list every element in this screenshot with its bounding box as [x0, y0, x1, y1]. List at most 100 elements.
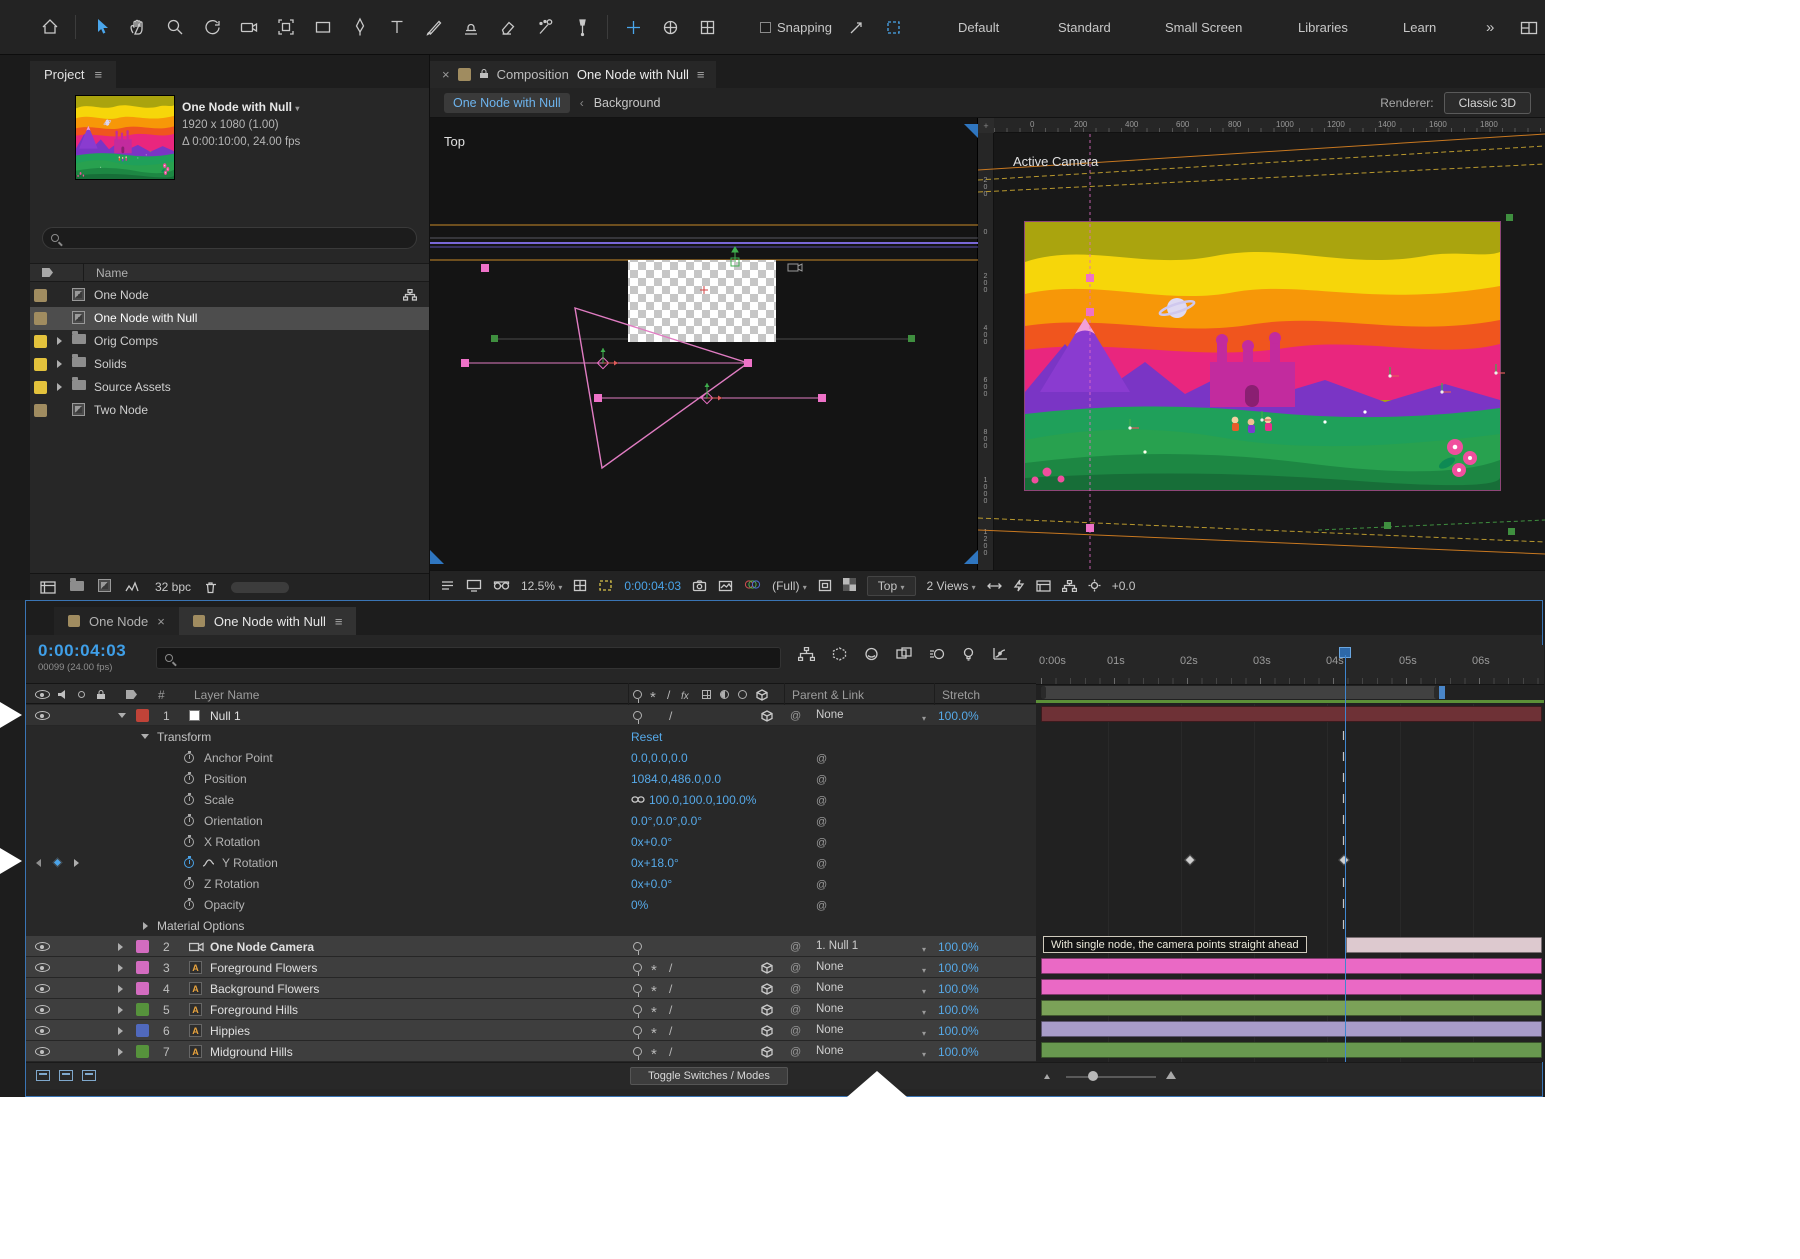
- rectangle-tool[interactable]: [311, 15, 335, 39]
- workspace-overflow[interactable]: »: [1486, 0, 1494, 55]
- label-swatch[interactable]: [34, 312, 47, 325]
- duration-bar-background-flowers[interactable]: [1041, 979, 1542, 995]
- layer-color-swatch[interactable]: [136, 1024, 149, 1037]
- timeline-search-input[interactable]: [179, 652, 772, 664]
- layer-row-null-1[interactable]: 1 Null 1 None 100.0%: [26, 705, 1036, 726]
- stretch-value[interactable]: 100.0%: [938, 999, 979, 1020]
- track-lanes[interactable]: With single node, the camera points stra…: [1036, 704, 1544, 1062]
- timeline-search[interactable]: [156, 647, 781, 669]
- parent-link-column-header[interactable]: Parent & Link: [792, 684, 864, 705]
- expander-icon[interactable]: [143, 915, 148, 936]
- property-row-anchor-point[interactable]: Anchor Point 0.0,0.0,0.0: [26, 747, 1036, 768]
- 3d-layer-icon[interactable]: [761, 999, 773, 1020]
- property-name[interactable]: X Rotation: [204, 831, 260, 852]
- pick-whip-icon[interactable]: [816, 835, 827, 849]
- 3d-layer-icon[interactable]: [761, 978, 773, 999]
- timeline-zoom-slider[interactable]: [1066, 1076, 1156, 1078]
- panel-menu-icon[interactable]: [94, 67, 102, 82]
- show-snapshot-icon[interactable]: [718, 579, 733, 592]
- layer-row-background-flowers[interactable]: 4 Background Flowers None 100.0%: [26, 978, 1036, 999]
- property-value[interactable]: 0x+18.0°: [631, 852, 679, 873]
- property-name[interactable]: Opacity: [204, 894, 245, 915]
- workspace-panel-icon[interactable]: [1520, 0, 1538, 55]
- view-options-icon[interactable]: [440, 579, 455, 592]
- collapse-icon[interactable]: [651, 982, 657, 996]
- clone-stamp-tool[interactable]: [459, 15, 483, 39]
- quality-icon[interactable]: [669, 1003, 672, 1017]
- property-name[interactable]: Z Rotation: [204, 873, 259, 894]
- lock-column-icon[interactable]: [96, 684, 106, 705]
- stopwatch-icon[interactable]: [184, 837, 194, 847]
- pick-whip-icon[interactable]: [790, 1002, 801, 1016]
- snapping-toggle[interactable]: Snapping: [760, 20, 832, 35]
- close-tab-icon[interactable]: [442, 67, 450, 82]
- collapse-icon[interactable]: [651, 1024, 657, 1038]
- av-target-icon[interactable]: [633, 984, 642, 993]
- breadcrumb-parent[interactable]: Background: [594, 96, 661, 110]
- zoom-out-mountain-icon[interactable]: [1044, 1074, 1050, 1079]
- project-list-header[interactable]: Name: [30, 263, 429, 282]
- tab-composition[interactable]: Composition One Node with Null: [430, 61, 716, 88]
- selected-item-title[interactable]: One Node with Null: [182, 99, 300, 117]
- parent-select[interactable]: None: [816, 709, 844, 721]
- snapping-checkbox[interactable]: [760, 22, 771, 33]
- chevron-down-icon[interactable]: [922, 710, 926, 724]
- layer-name[interactable]: Null 1: [210, 705, 241, 726]
- adjustment-layer-column-icon[interactable]: [738, 690, 747, 699]
- pick-whip-icon[interactable]: [790, 960, 801, 974]
- collapse-transformations-icon[interactable]: [650, 688, 656, 702]
- hide-shy-layers-icon[interactable]: [864, 647, 879, 661]
- expander-icon[interactable]: [118, 978, 123, 999]
- chevron-down-icon[interactable]: [922, 1025, 926, 1039]
- duration-bar-foreground-flowers[interactable]: [1041, 958, 1542, 974]
- frame-blending-icon[interactable]: [896, 647, 912, 661]
- stretch-column-header[interactable]: Stretch: [942, 684, 980, 705]
- stretch-value[interactable]: 100.0%: [938, 936, 979, 957]
- stereo-3d-glasses-icon[interactable]: [493, 580, 510, 591]
- lock-icon[interactable]: [479, 67, 489, 82]
- project-item-solids[interactable]: Solids: [30, 353, 429, 376]
- layer-row-one-node-camera[interactable]: 2 One Node Camera 1. Null 1 100.0%: [26, 936, 1036, 957]
- home-icon[interactable]: [38, 15, 62, 39]
- camera-tool[interactable]: [237, 15, 261, 39]
- parent-select[interactable]: None: [816, 961, 844, 973]
- quality-icon[interactable]: [669, 1045, 672, 1059]
- project-settings-icon[interactable]: [125, 581, 141, 594]
- renderer-button[interactable]: Classic 3D: [1444, 92, 1531, 114]
- parent-select[interactable]: None: [816, 1045, 844, 1057]
- layer-color-swatch[interactable]: [136, 982, 149, 995]
- pick-whip-icon[interactable]: [790, 1023, 801, 1037]
- stretch-value[interactable]: 100.0%: [938, 957, 979, 978]
- quality-icon[interactable]: [669, 982, 672, 996]
- property-row-x-rotation[interactable]: X Rotation 0x+0.0°: [26, 831, 1036, 852]
- label-column-icon[interactable]: [42, 268, 53, 277]
- project-item-two-node[interactable]: Two Node: [30, 399, 429, 422]
- reset-link[interactable]: Reset: [631, 726, 662, 747]
- audio-column-icon[interactable]: [57, 684, 68, 705]
- pick-whip-icon[interactable]: [816, 877, 827, 891]
- previous-keyframe-icon[interactable]: [36, 852, 41, 873]
- layer-name[interactable]: Foreground Hills: [210, 999, 298, 1020]
- number-column-header[interactable]: #: [158, 684, 165, 705]
- stopwatch-icon[interactable]: [184, 774, 194, 784]
- quality-icon[interactable]: [669, 1024, 672, 1038]
- motion-blur-column-icon[interactable]: [720, 690, 729, 699]
- av-target-icon[interactable]: [633, 1005, 642, 1014]
- eye-icon[interactable]: [35, 711, 50, 720]
- property-value[interactable]: 0x+0.0°: [631, 873, 672, 894]
- layer-color-swatch[interactable]: [136, 709, 149, 722]
- property-group-transform[interactable]: Transform Reset: [26, 726, 1036, 747]
- motion-blur-icon[interactable]: [929, 647, 945, 661]
- layer-row-midground-hills[interactable]: 7 Midground Hills None 100.0%: [26, 1041, 1036, 1062]
- chevron-down-icon[interactable]: [922, 983, 926, 997]
- property-value[interactable]: 0%: [631, 894, 648, 915]
- fast-previews-icon[interactable]: [1013, 579, 1025, 592]
- expander-icon[interactable]: [118, 957, 123, 978]
- trash-icon[interactable]: [205, 581, 217, 594]
- pick-whip-icon[interactable]: [816, 898, 827, 912]
- tab-project[interactable]: Project: [30, 61, 116, 88]
- region-of-interest-icon[interactable]: [598, 579, 613, 592]
- chevron-down-icon[interactable]: [922, 1004, 926, 1018]
- comp-mini-flowchart-icon[interactable]: [798, 647, 815, 661]
- view-select[interactable]: Top: [867, 576, 916, 596]
